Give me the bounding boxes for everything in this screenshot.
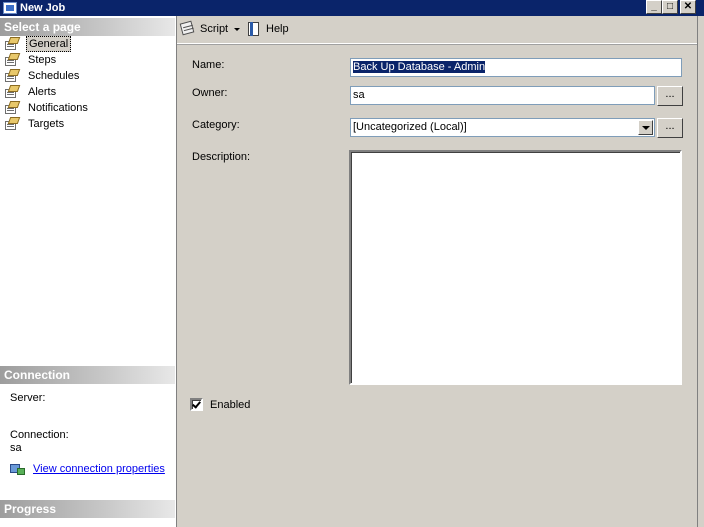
server-label: Server: bbox=[10, 392, 46, 404]
view-connection-properties[interactable]: View connection properties bbox=[10, 462, 165, 476]
help-label: Help bbox=[266, 23, 289, 35]
progress-header: Progress bbox=[0, 500, 175, 518]
general-page: Script Help Name: Back Up Database - Adm… bbox=[177, 16, 698, 527]
left-pane: Select a page General Steps Schedules Al… bbox=[0, 16, 177, 527]
page-icon bbox=[4, 85, 21, 99]
view-connection-link[interactable]: View connection properties bbox=[33, 463, 165, 475]
script-icon bbox=[179, 20, 196, 37]
description-field[interactable] bbox=[349, 150, 682, 385]
enabled-label: Enabled bbox=[210, 398, 251, 411]
name-value: Back Up Database - Admin bbox=[353, 61, 486, 73]
owner-browse-button[interactable]: ... bbox=[657, 86, 683, 106]
script-button[interactable]: Script bbox=[179, 20, 241, 37]
page-item-general[interactable]: General bbox=[4, 36, 174, 52]
category-browse-button[interactable]: ... bbox=[657, 118, 683, 138]
enabled-checkbox[interactable] bbox=[190, 398, 203, 411]
name-label: Name: bbox=[192, 59, 225, 71]
page-icon bbox=[4, 101, 21, 115]
title-bar: New Job _ □ ✕ bbox=[0, 0, 704, 16]
description-label: Description: bbox=[192, 151, 251, 163]
page-icon bbox=[4, 37, 21, 51]
page-icon bbox=[4, 53, 21, 67]
category-select[interactable]: [Uncategorized (Local)] bbox=[350, 118, 655, 137]
owner-field[interactable]: sa bbox=[350, 86, 655, 105]
connection-label: Connection: bbox=[10, 429, 69, 441]
category-value: [Uncategorized (Local)] bbox=[353, 121, 467, 133]
page-list: General Steps Schedules Alerts Notificat… bbox=[4, 36, 174, 132]
toolbar: Script Help bbox=[177, 16, 698, 44]
connection-value: sa bbox=[10, 442, 22, 454]
window-right-edge bbox=[697, 16, 704, 527]
owner-value: sa bbox=[353, 89, 365, 101]
enabled-checkbox-row[interactable]: Enabled bbox=[190, 398, 250, 411]
page-label: Steps bbox=[28, 54, 57, 66]
maximize-button[interactable]: □ bbox=[662, 0, 678, 14]
name-field[interactable]: Back Up Database - Admin bbox=[350, 58, 682, 77]
page-label: Schedules bbox=[28, 70, 80, 82]
page-label: Notifications bbox=[28, 102, 88, 114]
page-label: General bbox=[26, 36, 72, 52]
window-title: New Job bbox=[20, 2, 66, 14]
script-label: Script bbox=[200, 23, 229, 35]
page-icon bbox=[4, 117, 21, 131]
page-item-steps[interactable]: Steps bbox=[4, 52, 174, 68]
page-icon bbox=[4, 69, 21, 83]
owner-label: Owner: bbox=[192, 87, 228, 99]
chevron-down-icon[interactable] bbox=[638, 120, 653, 135]
page-label: Targets bbox=[28, 118, 65, 130]
help-button[interactable]: Help bbox=[246, 21, 289, 37]
page-item-targets[interactable]: Targets bbox=[4, 116, 174, 132]
page-item-alerts[interactable]: Alerts bbox=[4, 84, 174, 100]
select-page-header: Select a page bbox=[0, 18, 175, 36]
window-icon bbox=[3, 2, 17, 14]
category-label: Category: bbox=[192, 119, 240, 131]
page-label: Alerts bbox=[28, 86, 57, 98]
minimize-button[interactable]: _ bbox=[646, 0, 662, 14]
page-item-schedules[interactable]: Schedules bbox=[4, 68, 174, 84]
connection-header: Connection bbox=[0, 366, 175, 384]
close-button[interactable]: ✕ bbox=[680, 0, 696, 14]
connection-properties-icon bbox=[10, 462, 26, 476]
page-item-notifications[interactable]: Notifications bbox=[4, 100, 174, 116]
help-icon bbox=[246, 21, 262, 37]
chevron-down-icon[interactable] bbox=[234, 27, 241, 31]
